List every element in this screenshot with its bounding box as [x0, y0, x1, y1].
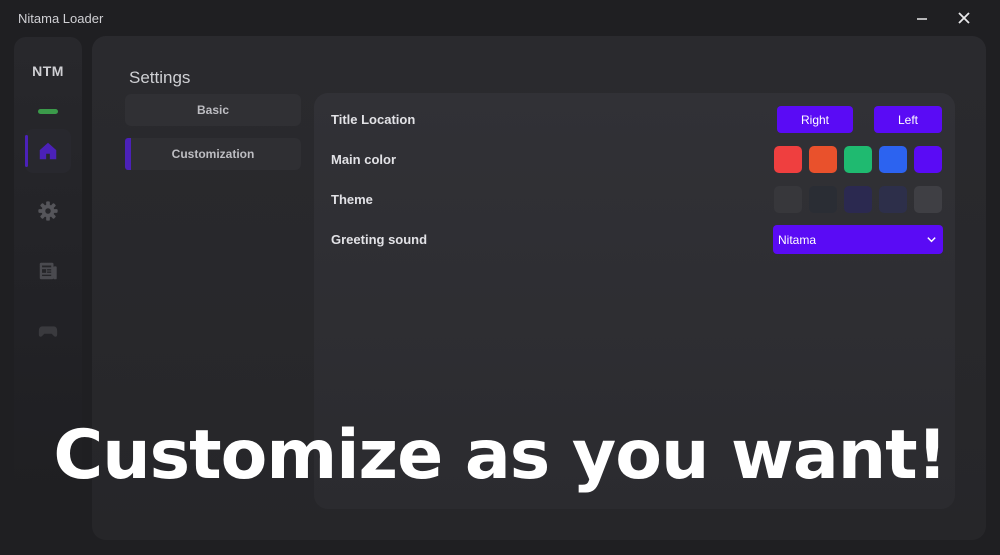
active-tab-indicator	[125, 138, 131, 170]
color-swatch-red[interactable]	[774, 146, 802, 173]
app-title: Nitama Loader	[18, 11, 104, 26]
page-title: Settings	[129, 68, 191, 87]
title-location-label: Title Location	[331, 112, 416, 127]
logo: NTM	[32, 63, 64, 79]
sidebar-item-game[interactable]	[25, 309, 71, 353]
tab-customization[interactable]: Customization	[125, 138, 301, 170]
close-button[interactable]	[950, 6, 978, 30]
greeting-sound-label: Greeting sound	[331, 232, 428, 247]
theme-swatch-3[interactable]	[844, 186, 872, 213]
theme-swatch-1[interactable]	[774, 186, 802, 213]
right-button-label: Right	[800, 112, 829, 127]
color-swatch-blue[interactable]	[879, 146, 907, 173]
theme-swatch-5[interactable]	[914, 186, 942, 213]
color-swatch-purple[interactable]	[914, 146, 942, 173]
theme-label: Theme	[331, 192, 373, 207]
greeting-sound-value: Nitama	[778, 232, 817, 247]
sidebar-item-news[interactable]	[25, 249, 71, 293]
title-location-left-button[interactable]: Left	[874, 106, 942, 133]
news-icon	[39, 262, 57, 280]
greeting-sound-select[interactable]: Nitama	[773, 225, 943, 254]
status-indicator	[38, 109, 58, 114]
gear-icon	[38, 201, 58, 221]
left-button-label: Left	[897, 112, 918, 127]
color-swatch-green[interactable]	[844, 146, 872, 173]
main-color-label: Main color	[331, 152, 397, 167]
color-swatch-orange[interactable]	[809, 146, 837, 173]
minimize-button[interactable]	[908, 6, 936, 30]
close-icon	[958, 12, 970, 24]
banner-headline: Customize as you want!	[53, 416, 947, 495]
gamepad-icon	[38, 326, 58, 337]
home-icon	[39, 142, 57, 160]
chevron-down-icon	[927, 237, 936, 243]
tab-basic[interactable]: Basic	[125, 94, 301, 126]
theme-swatch-4[interactable]	[879, 186, 907, 213]
sidebar-item-home[interactable]	[25, 129, 71, 173]
title-bar: Nitama Loader	[0, 0, 1000, 36]
minimize-icon	[917, 18, 927, 20]
theme-swatch-2[interactable]	[809, 186, 837, 213]
tab-basic-label: Basic	[196, 103, 230, 117]
sidebar-item-settings[interactable]	[25, 189, 71, 233]
title-location-right-button[interactable]: Right	[777, 106, 853, 133]
tab-customization-label: Customization	[171, 147, 255, 161]
